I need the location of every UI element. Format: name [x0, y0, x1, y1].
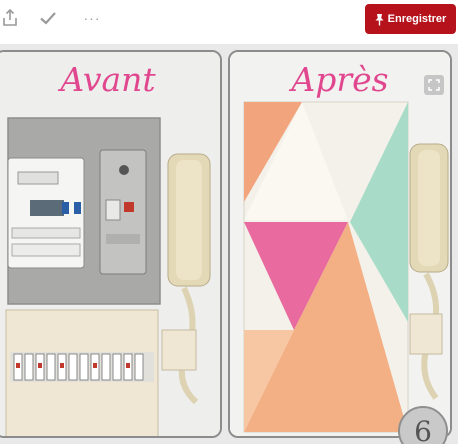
- expand-icon[interactable]: [424, 75, 444, 95]
- before-panel: Avant: [0, 50, 222, 438]
- more-options-label: ···: [83, 10, 101, 26]
- pin-icon: [375, 13, 384, 25]
- before-photo: [0, 52, 220, 436]
- more-options-icon[interactable]: ···: [80, 8, 104, 28]
- before-title: Avant: [60, 60, 156, 99]
- after-panel: Après: [228, 50, 452, 438]
- after-photo: [230, 52, 450, 436]
- save-button[interactable]: Enregistrer: [365, 4, 456, 34]
- save-button-label: Enregistrer: [387, 13, 447, 25]
- check-icon[interactable]: [38, 8, 58, 28]
- pin-image[interactable]: Avant Après 6: [0, 44, 458, 444]
- share-icon[interactable]: [0, 8, 20, 28]
- after-title: Après: [291, 60, 389, 99]
- pin-toolbar: ··· Enregistrer: [0, 0, 458, 40]
